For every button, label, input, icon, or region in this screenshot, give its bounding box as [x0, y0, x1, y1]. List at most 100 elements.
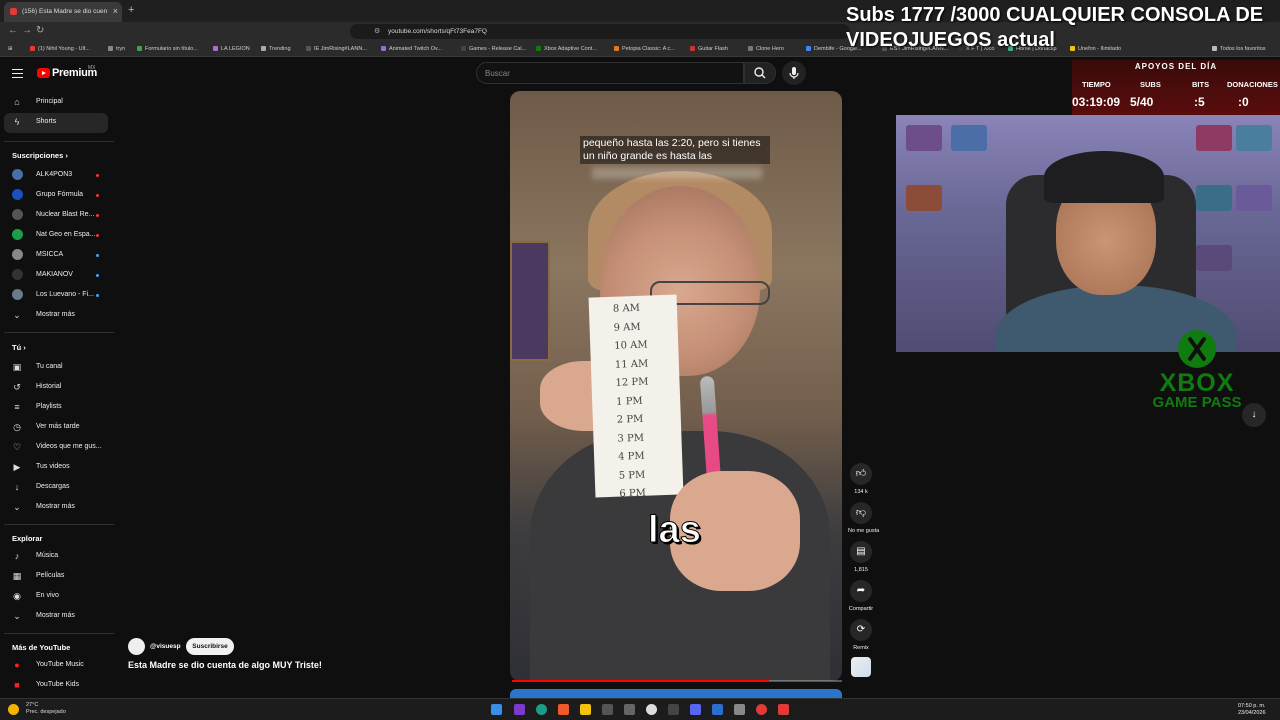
bookmark-item[interactable]: Formulario sin título... — [137, 46, 198, 52]
bits-label: BITS — [1192, 80, 1210, 89]
sidebar-item-youtube-kids[interactable]: ■ YouTube Kids — [14, 680, 79, 690]
weather-widget[interactable]: 27°C Prec. despejado — [26, 702, 66, 716]
discord-icon[interactable] — [690, 704, 701, 715]
you-header[interactable]: Tú › — [12, 343, 26, 352]
sidebar-channel[interactable]: Nat Geo en Espa... — [36, 231, 96, 238]
tiempo-value: 03:19:09 — [1072, 95, 1121, 109]
search-input[interactable]: Buscar — [476, 62, 744, 84]
app-icon[interactable] — [668, 704, 679, 715]
app-icon[interactable] — [514, 704, 525, 715]
channel-avatar — [12, 209, 23, 220]
audio-thumbnail[interactable] — [851, 657, 871, 677]
app-icon[interactable] — [624, 704, 635, 715]
close-tab-icon[interactable]: × — [113, 6, 118, 16]
search-button[interactable] — [744, 62, 776, 84]
show-more-explore[interactable]: ⌄ Mostrar más — [13, 611, 75, 621]
xbox-game-pass-logo: XBOX GAME PASS — [1136, 330, 1258, 411]
sidebar-item-liked-videos[interactable]: ♡ Videos que me gus... — [13, 442, 102, 452]
sidebar-item-your-videos[interactable]: ▶ Tus videos — [14, 462, 70, 472]
chevron-down-icon: ⌄ — [13, 310, 21, 320]
sidebar-channel[interactable]: MAKIANOV — [36, 271, 73, 278]
tiempo-label: TIEMPO — [1082, 80, 1111, 89]
sidebar-item-history[interactable]: ↺ Historial — [13, 382, 61, 392]
folder-icon[interactable] — [580, 704, 591, 715]
sidebar-channel[interactable]: MSICCA — [36, 251, 63, 258]
channel-avatar — [12, 169, 23, 180]
dislike-button[interactable]: 👎︎ No me gusta — [848, 502, 879, 534]
download-icon: ↓ — [14, 482, 20, 492]
like-button[interactable]: 👍︎ 134 k — [848, 463, 874, 495]
voice-search-button[interactable] — [782, 61, 806, 85]
app-icon[interactable] — [712, 704, 723, 715]
sidebar-item-home[interactable]: ⌂ Principal — [14, 97, 63, 107]
clock-icon: ◷ — [13, 422, 21, 432]
settings-icon[interactable] — [734, 704, 745, 715]
apps-icon[interactable]: ⊞ — [8, 46, 13, 52]
sidebar-channel[interactable]: Nuclear Blast Re... — [36, 211, 94, 218]
app-icon[interactable] — [756, 704, 767, 715]
channel-icon: ▣ — [12, 362, 22, 372]
new-tab-icon[interactable]: + — [128, 4, 134, 16]
subscribe-button[interactable]: Suscribirse — [186, 638, 234, 655]
channel-avatar[interactable] — [128, 638, 145, 655]
app-icon[interactable] — [778, 704, 789, 715]
youtube-logo-icon[interactable] — [37, 68, 50, 78]
browser-tab-active[interactable]: (156) Esta Madre se dio cuen × — [4, 2, 122, 22]
sidebar-channel[interactable]: Los Luevano - Fi... — [36, 291, 94, 298]
windows-start-icon[interactable] — [491, 704, 502, 715]
live-dot — [96, 194, 99, 197]
bookmark-item[interactable]: IE JimRising#LANN... — [306, 46, 367, 52]
sidebar-item-your-channel[interactable]: ▣ Tu canal — [13, 362, 63, 372]
bookmark-item[interactable]: LA LEGION — [213, 46, 250, 52]
comments-button[interactable]: ▤ 1,815 — [848, 541, 874, 573]
forward-icon[interactable]: → — [22, 25, 32, 36]
bookmark-item[interactable]: Games - Release Cal... — [461, 46, 526, 52]
subscriptions-header[interactable]: Suscripciones › — [12, 151, 68, 160]
remix-icon: ⟳ — [850, 619, 872, 641]
bookmark-item[interactable]: Guitar Flash — [690, 46, 728, 52]
video-progress-bar[interactable] — [512, 680, 842, 682]
bookmark-item[interactable]: Petopia Classic: A c... — [614, 46, 675, 52]
bookmark-item[interactable]: Trending — [261, 46, 291, 52]
show-more-you[interactable]: ⌄ Mostrar más — [13, 502, 75, 512]
reload-icon[interactable]: ↻ — [36, 25, 44, 36]
bookmark-item[interactable]: Animated Twitch Ov... — [381, 46, 442, 52]
next-short-preview[interactable] — [510, 689, 842, 698]
channel-name[interactable]: @visuesp — [150, 643, 181, 650]
bookmark-item[interactable]: Clone Hero — [748, 46, 784, 52]
bookmark-item[interactable]: tryn — [108, 46, 125, 52]
comment-icon: ▤ — [850, 541, 872, 563]
site-info-icon[interactable]: ⚙ — [374, 27, 380, 35]
brave-icon[interactable] — [558, 704, 569, 715]
sidebar-item-watch-later[interactable]: ◷ Ver más tarde — [13, 422, 80, 432]
shorts-video-player[interactable]: 8 AM 9 AM 10 AM 11 AM 12 PM 1 PM 2 PM 3 … — [510, 91, 842, 681]
sidebar-item-movies[interactable]: ▦ Películas — [13, 571, 65, 581]
logo-country-code: MX — [88, 65, 96, 71]
edge-icon[interactable] — [536, 704, 547, 715]
sidebar-item-playlists[interactable]: ≡ Playlists — [14, 402, 61, 412]
tab-title: (156) Esta Madre se dio cuen — [22, 8, 108, 15]
sidebar-item-shorts[interactable]: ϟ Shorts — [15, 117, 57, 127]
back-icon[interactable]: ← — [8, 25, 18, 36]
short-title[interactable]: Esta Madre se dio cuenta de algo MUY Tri… — [128, 660, 322, 670]
sidebar-item-music[interactable]: ♪ Música — [15, 551, 58, 561]
app-icon[interactable] — [602, 704, 613, 715]
show-more-subscriptions[interactable]: ⌄ Mostrar más — [13, 310, 75, 320]
system-clock[interactable]: 07:50 p. m. 23/04/2026 — [1238, 703, 1266, 717]
bookmark-item[interactable]: Xbox Adaptive Cont... — [536, 46, 597, 52]
bookmark-item[interactable]: (1) Nihil Young - Ult... — [30, 46, 90, 52]
obs-icon[interactable] — [646, 704, 657, 715]
menu-icon[interactable] — [12, 69, 23, 78]
sidebar-channel[interactable]: Grupo Fórmula — [36, 191, 83, 198]
sidebar-item-live[interactable]: ◉ En vivo — [13, 591, 59, 601]
url-field[interactable]: ⚙ youtube.com/shorts/qFt73Fea7FQ — [350, 24, 850, 39]
remix-button[interactable]: ⟳ Remix — [848, 619, 874, 651]
sidebar-item-downloads[interactable]: ↓ Descargas — [15, 482, 70, 492]
shelf-item — [906, 125, 942, 151]
video-icon: ▶ — [13, 462, 21, 472]
sidebar-item-youtube-music[interactable]: ● YouTube Music — [14, 660, 83, 670]
sidebar-channel[interactable]: ALK4PON3 — [36, 171, 72, 178]
weather-icon[interactable] — [8, 704, 19, 715]
share-button[interactable]: ➦ Compartir — [848, 580, 874, 612]
shelf-item — [1196, 185, 1232, 211]
